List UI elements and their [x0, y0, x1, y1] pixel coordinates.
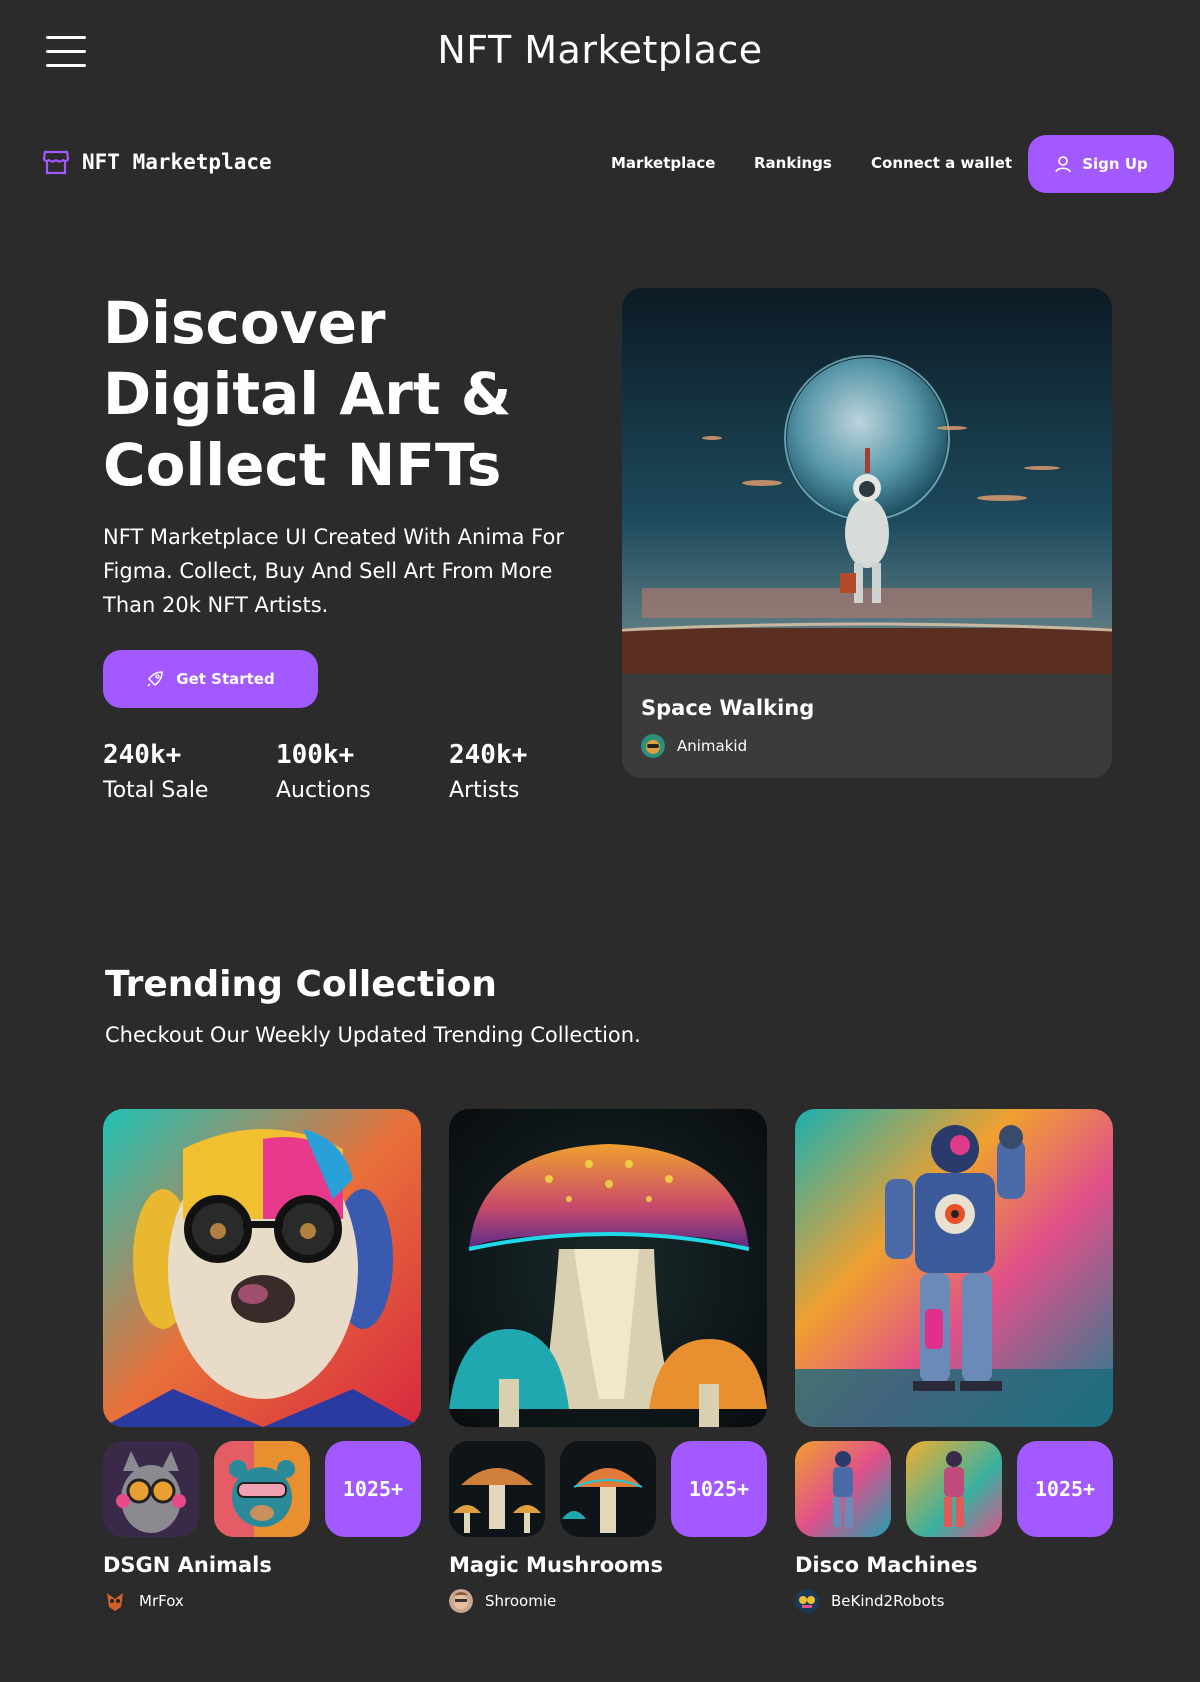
hero-title-line: Discover — [103, 289, 386, 357]
collection-count-badge[interactable]: 1025+ — [671, 1441, 767, 1537]
get-started-label: Get Started — [176, 670, 275, 688]
stat-label: Artists — [449, 778, 520, 803]
top-bar: NFT Marketplace — [0, 0, 1200, 108]
featured-artist[interactable]: Animakid — [641, 734, 747, 758]
artist-avatar — [449, 1589, 473, 1613]
trending-subtitle: Checkout Our Weekly Updated Trending Col… — [105, 1023, 641, 1047]
stat-total-sale: 240k+ Total Sale — [103, 740, 208, 803]
trending-title: Trending Collection — [105, 964, 497, 1005]
featured-nft-image — [622, 288, 1112, 674]
artist-name: Shroomie — [485, 1592, 557, 1610]
collection-name[interactable]: Disco Machines — [795, 1553, 978, 1577]
logo[interactable]: NFT Marketplace — [42, 148, 272, 176]
artist-avatar — [641, 734, 665, 758]
collection-artist[interactable]: MrFox — [103, 1589, 184, 1613]
get-started-button[interactable]: Get Started — [103, 650, 318, 708]
stat-value: 240k+ — [449, 740, 528, 770]
collection-count-badge[interactable]: 1025+ — [1017, 1441, 1113, 1537]
artist-avatar — [103, 1589, 127, 1613]
collection-thumbnail[interactable] — [214, 1441, 310, 1537]
stat-label: Total Sale — [103, 778, 209, 803]
featured-nft-title: Space Walking — [641, 696, 815, 720]
collection-thumbnail[interactable] — [560, 1441, 656, 1537]
stat-value: 240k+ — [103, 740, 182, 770]
hero-title: Discover Digital Art & Collect NFTs — [103, 288, 583, 501]
collection-main-image[interactable] — [795, 1109, 1113, 1427]
stat-auctions: 100k+ Auctions — [276, 740, 371, 803]
nav-connect-wallet[interactable]: Connect a wallet — [871, 154, 1012, 172]
nav-rankings[interactable]: Rankings — [754, 154, 832, 172]
collection-main-image[interactable] — [103, 1109, 421, 1427]
collection-artist[interactable]: BeKind2Robots — [795, 1589, 944, 1613]
nav-marketplace[interactable]: Marketplace — [611, 154, 715, 172]
collection-count-badge[interactable]: 1025+ — [325, 1441, 421, 1537]
featured-nft-card[interactable]: Space Walking — [622, 288, 1112, 778]
page-title: NFT Marketplace — [437, 28, 763, 72]
rocket-icon — [147, 671, 164, 687]
hero-subtitle: NFT Marketplace UI Created With Anima Fo… — [103, 525, 564, 617]
collection-thumbnail[interactable] — [449, 1441, 545, 1537]
artist-avatar — [795, 1589, 819, 1613]
artist-name: Animakid — [677, 737, 748, 755]
artist-name: MrFox — [139, 1592, 184, 1610]
collection-thumbnail[interactable] — [906, 1441, 1002, 1537]
storefront-icon — [42, 150, 70, 175]
collection-artist[interactable]: Shroomie — [449, 1589, 556, 1613]
collection-name[interactable]: Magic Mushrooms — [449, 1553, 663, 1577]
artist-name: BeKind2Robots — [831, 1592, 945, 1610]
collection-main-image[interactable] — [449, 1109, 767, 1427]
collection-thumbnail[interactable] — [795, 1441, 891, 1537]
hero-title-line: Digital Art & — [103, 360, 512, 428]
stat-artists: 240k+ Artists — [449, 740, 527, 803]
hero-title-line: Collect NFTs — [103, 431, 502, 499]
collection-name[interactable]: DSGN Animals — [103, 1553, 272, 1577]
collection-thumbnail[interactable] — [103, 1441, 199, 1537]
stat-label: Auctions — [276, 778, 371, 803]
stat-value: 100k+ — [276, 740, 355, 770]
logo-text: NFT Marketplace — [82, 150, 272, 174]
user-icon — [1055, 156, 1072, 173]
sign-up-label: Sign Up — [1082, 155, 1148, 173]
sign-up-button[interactable]: Sign Up — [1028, 135, 1174, 193]
